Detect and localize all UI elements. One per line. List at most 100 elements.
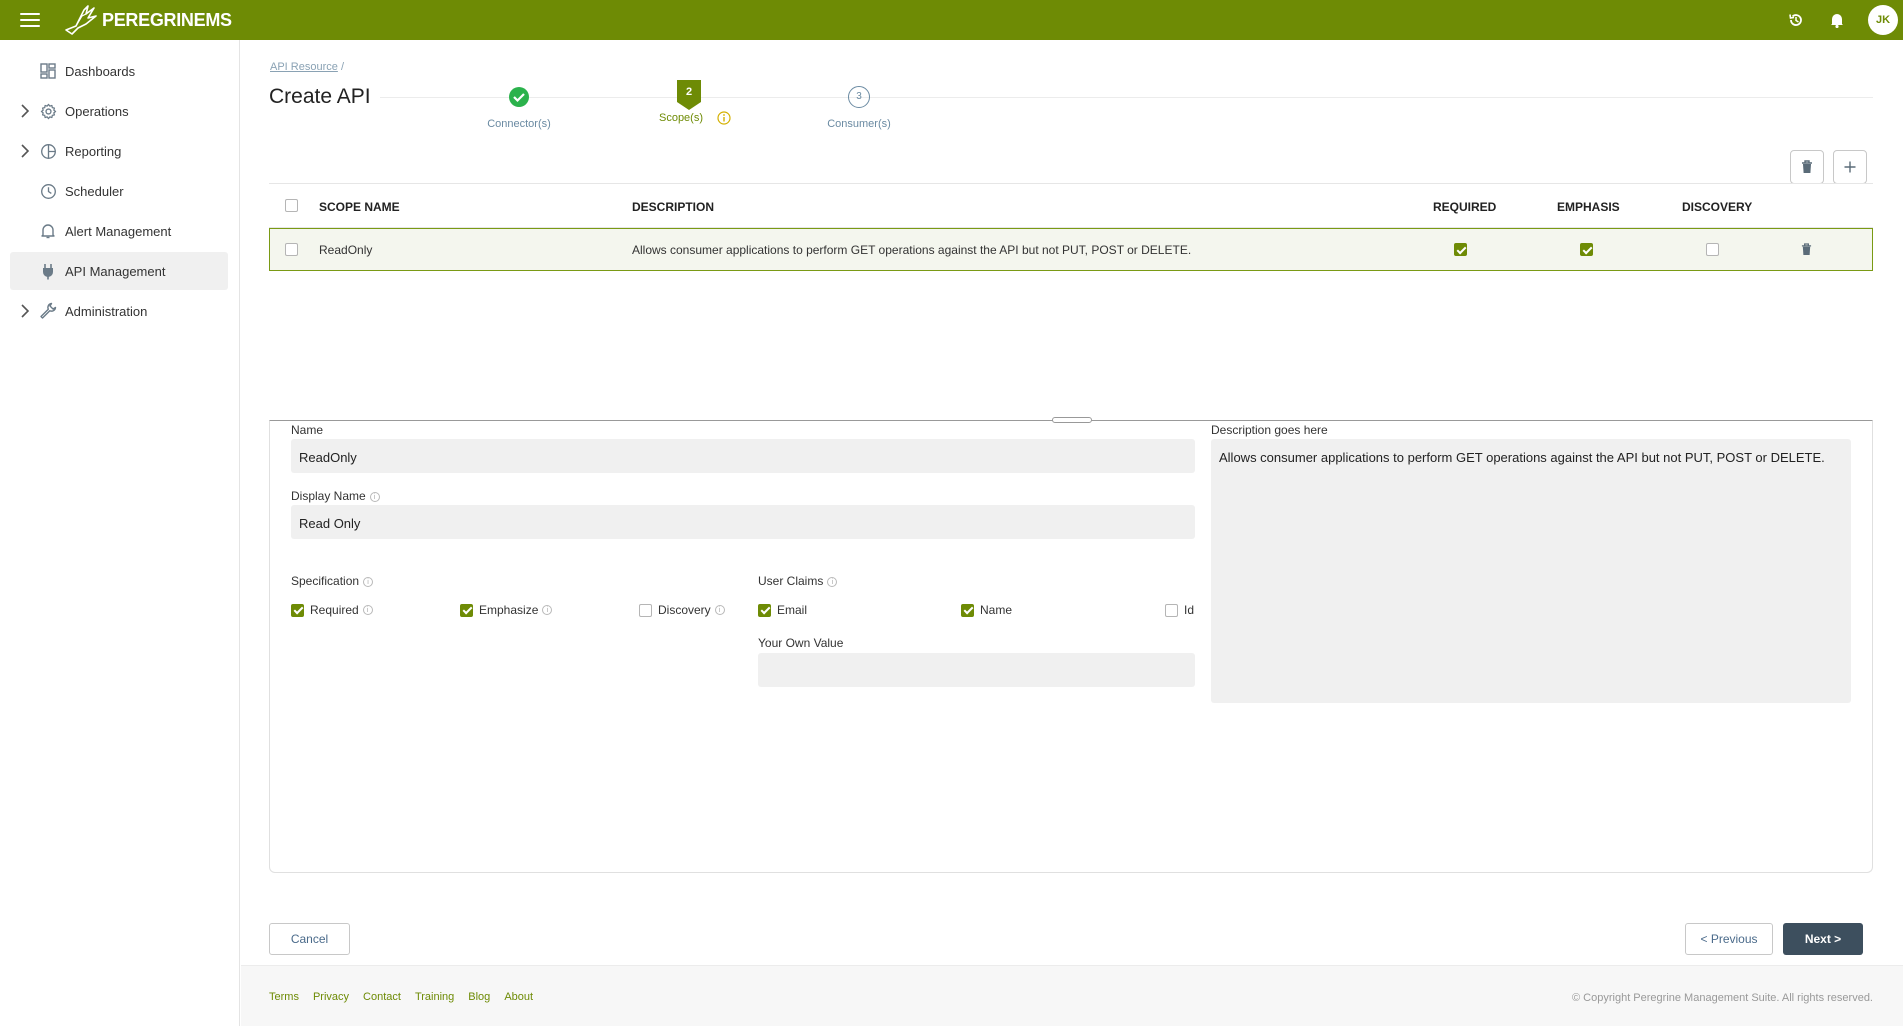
brand-name: PEREGRINEMS [102,9,232,30]
page-title: Create API [269,85,371,108]
checkbox[interactable] [758,603,771,617]
select-all-checkbox[interactable] [285,199,298,212]
cancel-button[interactable]: Cancel [269,923,350,955]
description-cell: Allows consumer applications to perform … [632,243,1192,257]
info-icon[interactable]: i [827,577,838,587]
spec-discovery-checkbox[interactable]: Discovery i [639,603,725,617]
checkbox[interactable] [1165,603,1178,617]
discovery-checkbox[interactable] [1706,243,1719,256]
description-textarea[interactable]: Allows consumer applications to perform … [1211,439,1851,703]
name-input[interactable]: ReadOnly [291,439,1195,473]
column-header-discovery[interactable]: DISCOVERY [1682,200,1752,214]
chevron-right-icon[interactable] [20,144,30,158]
breadcrumb: API Resource / [270,61,344,73]
breadcrumb-link-api-resource[interactable]: API Resource [270,61,338,73]
display-name-label: Display Name i [291,489,380,503]
info-icon[interactable]: i [369,492,380,502]
column-header-scope-name[interactable]: SCOPE NAME [319,200,400,214]
sidebar-item-label: Scheduler [65,183,124,199]
spec-required-checkbox[interactable]: Required i [291,603,373,617]
checkbox[interactable] [961,603,974,617]
sidebar-item-operations[interactable]: Operations [10,92,228,130]
claim-name-checkbox[interactable]: Name [961,603,1012,617]
column-header-emphasis[interactable]: EMPHASIS [1557,200,1620,214]
previous-button[interactable]: < Previous [1685,923,1773,955]
sidebar-item-reporting[interactable]: Reporting [10,132,228,170]
resize-handle[interactable] [1052,417,1092,423]
footer-link-contact[interactable]: Contact [363,991,401,1003]
required-checkbox[interactable] [1454,243,1467,256]
footer-link-training[interactable]: Training [415,991,454,1003]
bell-icon[interactable] [1827,10,1847,30]
sidebar: Dashboards Operations Reporting Schedule… [0,40,240,1026]
column-header-description[interactable]: DESCRIPTION [632,200,714,214]
logo[interactable]: PEREGRINEMS [62,4,232,36]
copyright: © Copyright Peregrine Management Suite. … [1572,992,1873,1004]
footer-link-about[interactable]: About [504,991,533,1003]
display-name-input[interactable]: Read Only [291,505,1195,539]
sidebar-item-label: Alert Management [65,223,172,239]
spec-emphasize-checkbox[interactable]: Emphasize i [460,603,553,617]
table-header: SCOPE NAME DESCRIPTION REQUIRED EMPHASIS… [269,183,1873,228]
check-circle-icon [509,87,529,107]
pie-chart-icon [38,141,58,161]
step-label: Connector(s) [487,118,551,130]
row-select-checkbox[interactable] [285,243,298,256]
sidebar-item-scheduler[interactable]: Scheduler [10,172,228,210]
scope-name-cell: ReadOnly [319,243,373,257]
add-scope-button[interactable] [1833,150,1867,184]
sidebar-item-api-management[interactable]: API Management [10,252,228,290]
history-icon[interactable] [1786,10,1806,30]
menu-icon[interactable] [20,13,40,27]
own-value-input[interactable] [758,653,1195,687]
checkbox[interactable] [460,603,473,617]
row-delete-icon[interactable] [1801,243,1812,256]
wrench-icon [38,301,58,321]
sidebar-item-administration[interactable]: Administration [10,292,228,330]
step-label: Consumer(s) [827,118,891,130]
checkbox[interactable] [639,603,652,617]
dashboard-icon [38,61,58,81]
sidebar-item-label: Operations [65,103,129,119]
clock-icon [38,181,58,201]
chevron-right-icon[interactable] [20,104,30,118]
info-icon[interactable]: i [714,605,725,615]
column-header-required[interactable]: REQUIRED [1433,200,1496,214]
sidebar-item-dashboards[interactable]: Dashboards [10,52,228,90]
info-icon[interactable]: i [362,605,373,615]
table-row[interactable]: ReadOnly Allows consumer applications to… [269,228,1873,271]
gear-icon [38,101,58,121]
footer-link-privacy[interactable]: Privacy [313,991,349,1003]
user-claims-label: User Claims i [758,574,838,588]
sidebar-item-label: Administration [65,303,148,319]
bell-icon [38,221,58,241]
step-number: 3 [848,86,870,108]
trash-icon [1802,160,1812,173]
claim-id-checkbox[interactable]: Id [1165,603,1194,617]
sidebar-item-alert-management[interactable]: Alert Management [10,212,228,250]
footer: Terms Privacy Contact Training Blog Abou… [241,965,1903,1026]
sidebar-item-label: API Management [65,263,166,279]
emphasis-checkbox[interactable] [1580,243,1593,256]
next-button[interactable]: Next > [1783,923,1863,955]
top-bar: PEREGRINEMS JK [0,0,1903,40]
specification-label: Specification i [291,574,374,588]
plug-icon [38,261,58,281]
footer-link-blog[interactable]: Blog [468,991,490,1003]
checkbox[interactable] [291,603,304,617]
user-avatar[interactable]: JK [1868,5,1898,35]
divider [380,97,1873,98]
delete-scopes-button[interactable] [1790,150,1824,184]
plus-icon [1844,161,1856,173]
chevron-right-icon[interactable] [20,304,30,318]
claim-email-checkbox[interactable]: Email [758,603,807,617]
peregrine-logo-icon [65,5,97,35]
info-icon[interactable]: i [542,605,553,615]
footer-links: Terms Privacy Contact Training Blog Abou… [269,991,547,1003]
info-icon[interactable]: i [363,577,374,587]
own-value-label: Your Own Value [758,636,844,650]
footer-link-terms[interactable]: Terms [269,991,299,1003]
name-label: Name [291,423,324,437]
info-icon[interactable] [717,111,731,125]
sidebar-item-label: Dashboards [65,63,136,79]
